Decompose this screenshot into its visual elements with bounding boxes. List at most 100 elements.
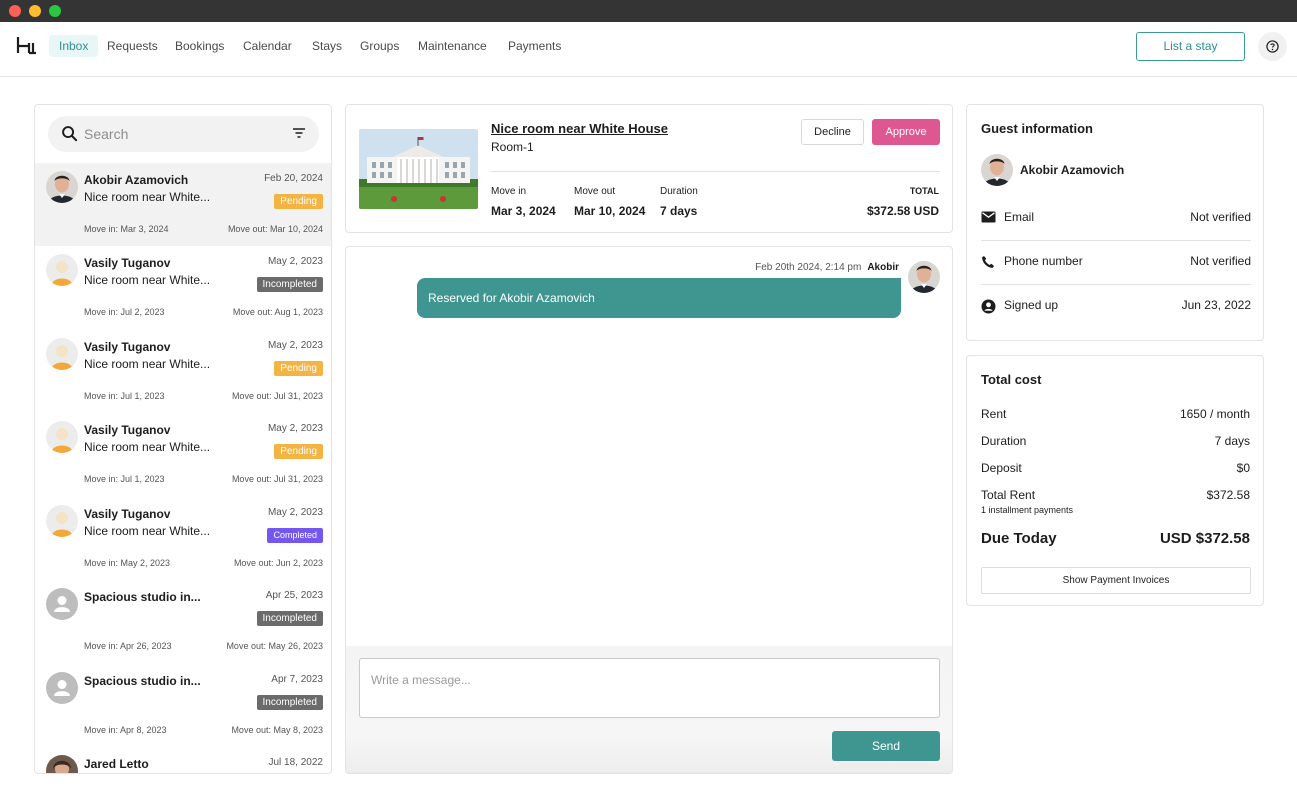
decline-button[interactable]: Decline bbox=[801, 119, 864, 145]
conversation-name: Jared Letto bbox=[84, 757, 149, 771]
conversation-item[interactable]: Vasily Tuganov Nice room near White... M… bbox=[35, 497, 331, 580]
nav-payments[interactable]: Payments bbox=[498, 35, 571, 57]
move-out-value: Mar 10, 2024 bbox=[574, 204, 646, 218]
help-circle-icon bbox=[1266, 40, 1279, 53]
booking-details-card: Nice room near White House Room-1 Declin… bbox=[345, 104, 953, 233]
move-out-date: Move out: May 8, 2023 bbox=[231, 725, 323, 735]
deposit-value: $0 bbox=[1236, 461, 1250, 475]
move-in-date: Move in: Jul 1, 2023 bbox=[84, 474, 165, 484]
signed-up-label: Signed up bbox=[1004, 298, 1059, 312]
conversation-item[interactable]: Jared Letto Jul 18, 2022 bbox=[35, 747, 331, 773]
status-badge: Incompleted bbox=[256, 611, 323, 626]
move-out-date: Move out: Aug 1, 2023 bbox=[232, 307, 323, 317]
conversation-preview: Nice room near White... bbox=[84, 524, 211, 538]
default-avatar-icon bbox=[46, 338, 78, 370]
divider bbox=[491, 171, 940, 172]
rent-value: 1650 / month bbox=[1179, 407, 1250, 421]
room-name: Room-1 bbox=[491, 140, 534, 154]
person-placeholder-icon bbox=[46, 588, 78, 620]
help-button[interactable] bbox=[1258, 32, 1287, 61]
status-badge: Pending bbox=[274, 194, 323, 209]
conversation-date: Feb 20, 2024 bbox=[264, 173, 323, 184]
conversation-preview: Nice room near White... bbox=[84, 273, 211, 287]
user-circle-icon bbox=[981, 299, 996, 314]
guest-name: Akobir Azamovich bbox=[1020, 163, 1125, 177]
conversation-date: May 2, 2023 bbox=[267, 340, 323, 351]
chat-panel: Feb 20th 2024, 2:14 pm Akobir Reserved fo… bbox=[345, 246, 953, 774]
conversation-name: Vasily Tuganov bbox=[84, 507, 171, 521]
message-input[interactable]: Write a message... bbox=[359, 658, 940, 718]
guest-information-card: Guest information Akobir Azamovich Email… bbox=[966, 104, 1264, 341]
nav-inbox[interactable]: Inbox bbox=[49, 35, 99, 57]
search-bar[interactable]: Search bbox=[48, 116, 319, 152]
total-value: $372.58 USD bbox=[866, 204, 939, 218]
conversation-preview: Nice room near White... bbox=[84, 440, 211, 454]
guest-avatar bbox=[46, 171, 78, 203]
search-icon bbox=[62, 126, 78, 142]
listing-title-link[interactable]: Nice room near White House bbox=[491, 121, 668, 136]
nav-requests[interactable]: Requests bbox=[97, 35, 168, 57]
duration-value: 7 days bbox=[1214, 434, 1250, 448]
email-label: Email bbox=[1004, 210, 1035, 224]
message-sender: Akobir bbox=[867, 262, 899, 273]
filter-icon[interactable] bbox=[292, 127, 306, 139]
message-bubble: Reserved for Akobir Azamovich bbox=[417, 278, 901, 318]
conversation-list-panel: Search Akobir Azamovich Nice room near W… bbox=[34, 104, 332, 774]
message-meta: Feb 20th 2024, 2:14 pm Akobir bbox=[755, 262, 899, 273]
move-out-date: Move out: Jul 31, 2023 bbox=[231, 391, 323, 401]
conversation-preview: Nice room near White... bbox=[84, 190, 211, 204]
conversation-item[interactable]: Vasily Tuganov Nice room near White... M… bbox=[35, 413, 331, 496]
conversation-item[interactable]: Vasily Tuganov Nice room near White... M… bbox=[35, 246, 331, 329]
conversation-item[interactable]: Vasily Tuganov Nice room near White... M… bbox=[35, 330, 331, 413]
message-composer: Write a message... Send bbox=[346, 646, 952, 773]
approve-button[interactable]: Approve bbox=[872, 119, 940, 145]
send-button[interactable]: Send bbox=[832, 731, 940, 761]
nav-bookings[interactable]: Bookings bbox=[165, 35, 234, 57]
nav-groups[interactable]: Groups bbox=[350, 35, 409, 57]
conversation-name: Akobir Azamovich bbox=[84, 173, 189, 187]
conversation-name: Vasily Tuganov bbox=[84, 340, 171, 354]
nav-calendar[interactable]: Calendar bbox=[233, 35, 302, 57]
conversation-date: Jul 18, 2022 bbox=[268, 757, 324, 768]
nav-stays[interactable]: Stays bbox=[302, 35, 352, 57]
nav-maintenance[interactable]: Maintenance bbox=[408, 35, 497, 57]
move-in-date: Move in: Jul 2, 2023 bbox=[84, 307, 165, 317]
conversation-date: May 2, 2023 bbox=[267, 507, 323, 518]
conversation-preview: Nice room near White... bbox=[84, 357, 211, 371]
move-in-date: Move in: Mar 3, 2024 bbox=[84, 224, 169, 234]
status-badge: Incompleted bbox=[256, 277, 323, 292]
mail-icon bbox=[981, 211, 996, 223]
logo-icon[interactable] bbox=[16, 35, 38, 57]
conversation-name: Vasily Tuganov bbox=[84, 423, 171, 437]
status-badge: Pending bbox=[274, 444, 323, 459]
status-badge: Pending bbox=[274, 361, 323, 376]
message-timestamp: Feb 20th 2024, 2:14 pm bbox=[755, 262, 862, 273]
move-in-label: Move in bbox=[491, 186, 527, 197]
conversation-item[interactable]: Akobir Azamovich Nice room near White...… bbox=[35, 163, 331, 246]
guest-phone-row: Phone number Not verified bbox=[981, 241, 1251, 285]
total-rent-value: $372.58 bbox=[1206, 488, 1250, 502]
status-badge: Completed bbox=[267, 528, 323, 543]
person-placeholder-icon bbox=[46, 672, 78, 704]
deposit-label: Deposit bbox=[981, 461, 1022, 475]
move-in-date: Move in: May 2, 2023 bbox=[84, 558, 171, 568]
close-window-button[interactable] bbox=[9, 5, 21, 17]
default-avatar-icon bbox=[46, 421, 78, 453]
window-titlebar bbox=[0, 0, 1297, 22]
conversation-item[interactable]: Spacious studio in... Apr 7, 2023 Incomp… bbox=[35, 664, 331, 747]
phone-status: Not verified bbox=[1190, 254, 1251, 268]
minimize-window-button[interactable] bbox=[29, 5, 41, 17]
installments-note: 1 installment payments bbox=[981, 505, 1074, 515]
search-input[interactable]: Search bbox=[84, 126, 128, 142]
property-image bbox=[359, 129, 478, 209]
due-today-value: USD $372.58 bbox=[1159, 530, 1250, 547]
conversation-item[interactable]: Spacious studio in... Apr 25, 2023 Incom… bbox=[35, 580, 331, 663]
show-payment-invoices-button[interactable]: Show Payment Invoices bbox=[981, 567, 1251, 594]
signed-up-date: Jun 23, 2022 bbox=[1181, 298, 1251, 312]
phone-label: Phone number bbox=[1004, 254, 1083, 268]
list-a-stay-button[interactable]: List a stay bbox=[1136, 32, 1245, 61]
zoom-window-button[interactable] bbox=[49, 5, 61, 17]
move-in-date: Move in: Apr 8, 2023 bbox=[84, 725, 167, 735]
guest-avatar bbox=[46, 755, 78, 773]
move-out-label: Move out bbox=[574, 186, 616, 197]
